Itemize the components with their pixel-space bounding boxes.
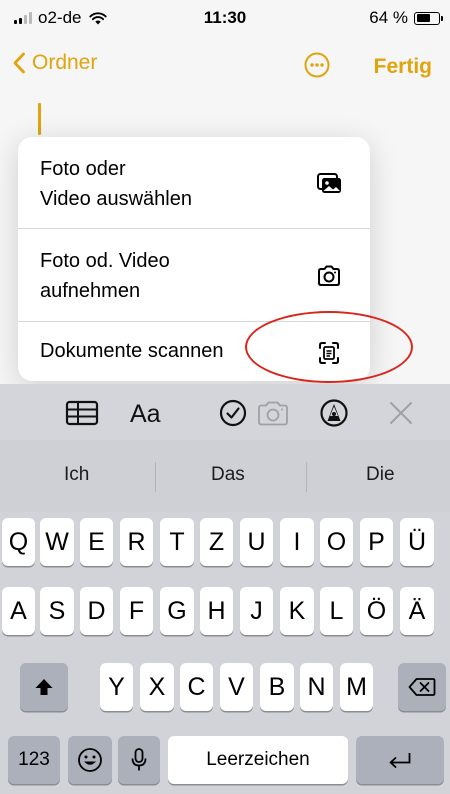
backspace-icon [408, 678, 436, 696]
key-letter[interactable]: Ü [400, 518, 434, 566]
microphone-icon [131, 748, 147, 771]
key-letter[interactable]: Ö [360, 587, 393, 635]
key-letter[interactable]: T [160, 518, 194, 566]
key-letter[interactable]: Y [100, 663, 133, 711]
key-letter[interactable]: I [280, 518, 314, 566]
suggestion-divider [306, 462, 307, 492]
battery-percent: 64 % [369, 8, 408, 27]
back-button[interactable]: Ordner [12, 51, 97, 75]
backspace-key[interactable] [398, 663, 446, 711]
menu-item-label-line1: Foto od. Video [40, 250, 170, 272]
key-letter[interactable]: Q [2, 518, 35, 566]
numbers-key[interactable]: 123 [8, 736, 60, 784]
battery-icon [414, 11, 443, 25]
done-button[interactable]: Fertig [374, 55, 432, 79]
key-letter[interactable]: W [40, 518, 74, 566]
key-letter[interactable]: X [140, 663, 174, 711]
status-right: 64 % [369, 8, 443, 28]
key-letter[interactable]: K [280, 587, 314, 635]
suggestion-bar: Ich Das Die [0, 440, 450, 512]
key-letter[interactable]: E [80, 518, 113, 566]
emoji-icon [78, 748, 102, 772]
suggestion-item[interactable]: Ich [64, 464, 89, 486]
more-options-icon[interactable] [304, 52, 330, 78]
key-letter[interactable]: Ä [400, 587, 434, 635]
suggestion-item[interactable]: Das [211, 464, 245, 486]
camera-icon[interactable] [255, 398, 291, 428]
menu-item-label-line2: Video auswählen [40, 188, 192, 210]
markup-pen-icon[interactable] [319, 398, 349, 428]
checklist-icon[interactable] [218, 398, 248, 428]
camera-icon [318, 265, 340, 286]
photo-gallery-icon [317, 173, 341, 193]
status-bar: o2-de 11:30 64 % [0, 0, 450, 38]
key-letter[interactable]: U [240, 518, 273, 566]
menu-item-take-photo-video[interactable]: Foto od. Video aufnehmen [18, 229, 370, 322]
shift-arrow-icon [35, 679, 53, 695]
key-letter[interactable]: O [320, 518, 353, 566]
key-letter[interactable]: V [220, 663, 253, 711]
key-letter[interactable]: C [180, 663, 213, 711]
key-letter[interactable]: F [120, 587, 153, 635]
key-letter[interactable]: B [260, 663, 294, 711]
menu-item-label: Foto od. Video aufnehmen [40, 246, 170, 306]
emoji-key[interactable] [68, 736, 112, 784]
suggestion-divider [155, 462, 156, 492]
key-letter[interactable]: A [2, 587, 35, 635]
note-toolbar: Aa [0, 384, 450, 440]
key-letter[interactable]: M [340, 663, 373, 711]
shift-key[interactable] [20, 663, 68, 711]
table-icon[interactable] [64, 398, 100, 428]
key-letter[interactable]: S [40, 587, 74, 635]
key-letter[interactable]: Z [200, 518, 233, 566]
key-letter[interactable]: G [160, 587, 194, 635]
suggestion-item[interactable]: Die [366, 464, 395, 486]
return-key[interactable] [356, 736, 444, 784]
key-letter[interactable]: N [300, 663, 333, 711]
key-letter[interactable]: H [200, 587, 233, 635]
dictation-key[interactable] [118, 736, 160, 784]
keyboard: Ich Das Die Q W E R T Z U I O P Ü A S D … [0, 440, 450, 794]
back-label: Ordner [32, 51, 98, 74]
key-letter[interactable]: P [360, 518, 393, 566]
menu-item-label: Foto oder Video auswählen [40, 154, 192, 214]
key-letter[interactable]: R [120, 518, 153, 566]
annotation-circle [245, 311, 413, 383]
navigation-bar: Ordner Fertig [0, 45, 450, 89]
format-text-icon[interactable]: Aa [130, 400, 180, 430]
menu-item-label-line1: Foto oder [40, 158, 126, 180]
space-key[interactable]: Leerzeichen [168, 736, 348, 784]
menu-item-label-line2: aufnehmen [40, 280, 141, 302]
return-icon [389, 753, 411, 768]
text-cursor [38, 103, 41, 135]
chevron-left-icon [13, 52, 25, 74]
battery-fill [416, 14, 430, 22]
key-letter[interactable]: L [320, 587, 353, 635]
key-letter[interactable]: D [80, 587, 113, 635]
menu-item-label: Dokumente scannen [40, 340, 224, 362]
menu-item-choose-photo-video[interactable]: Foto oder Video auswählen [18, 137, 370, 229]
close-icon[interactable] [388, 398, 414, 428]
key-letter[interactable]: J [240, 587, 273, 635]
